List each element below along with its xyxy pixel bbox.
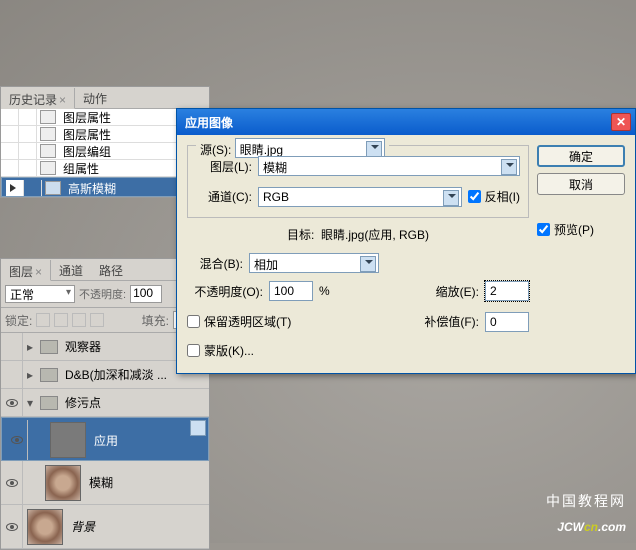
close-icon[interactable]: × <box>59 93 66 107</box>
layer-blur[interactable]: 模糊 <box>1 461 209 505</box>
preserve-check-input[interactable] <box>187 315 200 328</box>
blend-field-label: 混合(B): <box>187 255 243 272</box>
source-fieldset: 源(S): 眼睛.jpg 图层(L): 模糊 通道(C): RGB 反相(I) <box>187 145 529 218</box>
tab-paths[interactable]: 路径 <box>91 259 131 280</box>
page-icon <box>40 144 56 158</box>
channel-field-label: 通道(C): <box>196 188 252 205</box>
blend-mode-select[interactable]: 正常 <box>5 285 75 303</box>
mask-checkbox[interactable]: 蒙版(K)... <box>187 342 529 359</box>
blend-select[interactable]: 相加 <box>249 253 379 273</box>
layer-thumb <box>50 422 86 458</box>
opacity-label: 不透明度: <box>79 286 126 302</box>
source-legend: 源(S): 眼睛.jpg <box>196 138 389 158</box>
lock-transparent-icon[interactable] <box>36 313 50 327</box>
lock-label: 锁定: <box>5 312 32 329</box>
eye-icon <box>6 479 18 487</box>
history-label: 高斯模糊 <box>64 180 116 197</box>
layer-label: 背景 <box>67 518 95 535</box>
layer-thumb <box>45 465 81 501</box>
history-label: 图层编组 <box>59 143 111 160</box>
history-tabs: 历史记录× 动作 <box>1 87 209 109</box>
opacity-field-label: 不透明度(O): <box>187 283 263 300</box>
preserve-transparency-checkbox[interactable]: 保留透明区域(T) <box>187 313 291 330</box>
play-icon <box>10 184 20 192</box>
layer-label: 应用 <box>90 432 118 449</box>
layer-select[interactable]: 模糊 <box>258 156 520 176</box>
watermark-line1: 中国教程网 <box>546 491 626 511</box>
close-button[interactable]: ✕ <box>611 113 631 131</box>
lock-all-icon[interactable] <box>90 313 104 327</box>
preview-check-input[interactable] <box>537 223 550 236</box>
layer-apply[interactable]: 应用 <box>1 417 209 461</box>
mask-check-input[interactable] <box>187 344 200 357</box>
visibility-toggle[interactable] <box>1 389 23 416</box>
layer-field-label: 图层(L): <box>196 158 252 175</box>
folder-icon <box>40 340 58 354</box>
ok-button[interactable]: 确定 <box>537 145 625 167</box>
layer-background[interactable]: 背景 <box>1 505 209 549</box>
target-value: 眼睛.jpg(应用, RGB) <box>321 228 429 242</box>
close-icon[interactable]: × <box>35 265 42 279</box>
page-icon <box>40 161 56 175</box>
collapse-icon[interactable]: ▾ <box>23 396 37 410</box>
target-row: 目标: 眼睛.jpg(应用, RGB) <box>187 226 529 243</box>
eye-icon <box>11 436 23 444</box>
page-icon <box>40 110 56 124</box>
layer-label: 观察器 <box>61 338 101 355</box>
fill-label: 填充: <box>142 312 169 329</box>
dialog-title: 应用图像 <box>185 114 611 131</box>
tab-history-label: 历史记录 <box>9 93 57 107</box>
expand-icon[interactable]: ▸ <box>23 340 37 354</box>
history-label: 组属性 <box>59 160 99 177</box>
folder-icon <box>40 368 58 382</box>
opacity-input[interactable]: 100 <box>269 281 313 301</box>
layer-label: 模糊 <box>85 474 113 491</box>
opacity-input[interactable]: 100 <box>130 285 162 303</box>
layer-label: D&B(加深和减淡 ... <box>61 366 167 383</box>
lock-position-icon[interactable] <box>72 313 86 327</box>
watermark-line2: JCWcn.com <box>546 511 626 537</box>
eye-icon <box>6 399 18 407</box>
tab-layers[interactable]: 图层× <box>1 260 51 281</box>
visibility-toggle[interactable] <box>1 361 23 388</box>
channel-select[interactable]: RGB <box>258 187 462 207</box>
visibility-toggle[interactable] <box>1 461 23 504</box>
cancel-button[interactable]: 取消 <box>537 173 625 195</box>
layer-thumb <box>27 509 63 545</box>
tab-actions[interactable]: 动作 <box>75 87 115 108</box>
tab-channels[interactable]: 通道 <box>51 259 91 280</box>
visibility-toggle[interactable] <box>6 420 28 460</box>
page-icon <box>40 127 56 141</box>
watermark: 中国教程网 JCWcn.com <box>546 491 626 537</box>
page-icon <box>45 181 61 195</box>
scale-input[interactable]: 2 <box>485 281 529 301</box>
invert-checkbox[interactable]: 反相(I) <box>468 188 520 205</box>
visibility-toggle[interactable] <box>1 333 23 360</box>
lock-pixels-icon[interactable] <box>54 313 68 327</box>
preview-checkbox[interactable]: 预览(P) <box>537 221 625 238</box>
target-label: 目标: <box>287 228 314 242</box>
layer-group-repair[interactable]: ▾ 修污点 <box>1 389 209 417</box>
eye-icon <box>6 523 18 531</box>
dialog-titlebar[interactable]: 应用图像 ✕ <box>177 109 635 135</box>
percent-label: % <box>319 284 330 298</box>
history-label: 图层属性 <box>59 109 111 126</box>
history-label: 图层属性 <box>59 126 111 143</box>
scale-field-label: 缩放(E): <box>436 283 479 300</box>
layer-label: 修污点 <box>61 394 101 411</box>
folder-icon <box>40 396 58 410</box>
tab-layers-label: 图层 <box>9 265 33 279</box>
offset-input[interactable]: 0 <box>485 312 529 332</box>
expand-icon[interactable]: ▸ <box>23 368 37 382</box>
invert-check-input[interactable] <box>468 190 481 203</box>
tab-history[interactable]: 历史记录× <box>1 88 75 109</box>
source-select[interactable]: 眼睛.jpg <box>235 138 385 158</box>
visibility-toggle[interactable] <box>1 505 23 548</box>
apply-image-dialog: 应用图像 ✕ 源(S): 眼睛.jpg 图层(L): 模糊 通道(C): RGB… <box>176 108 636 374</box>
offset-field-label: 补偿值(F): <box>424 313 479 330</box>
